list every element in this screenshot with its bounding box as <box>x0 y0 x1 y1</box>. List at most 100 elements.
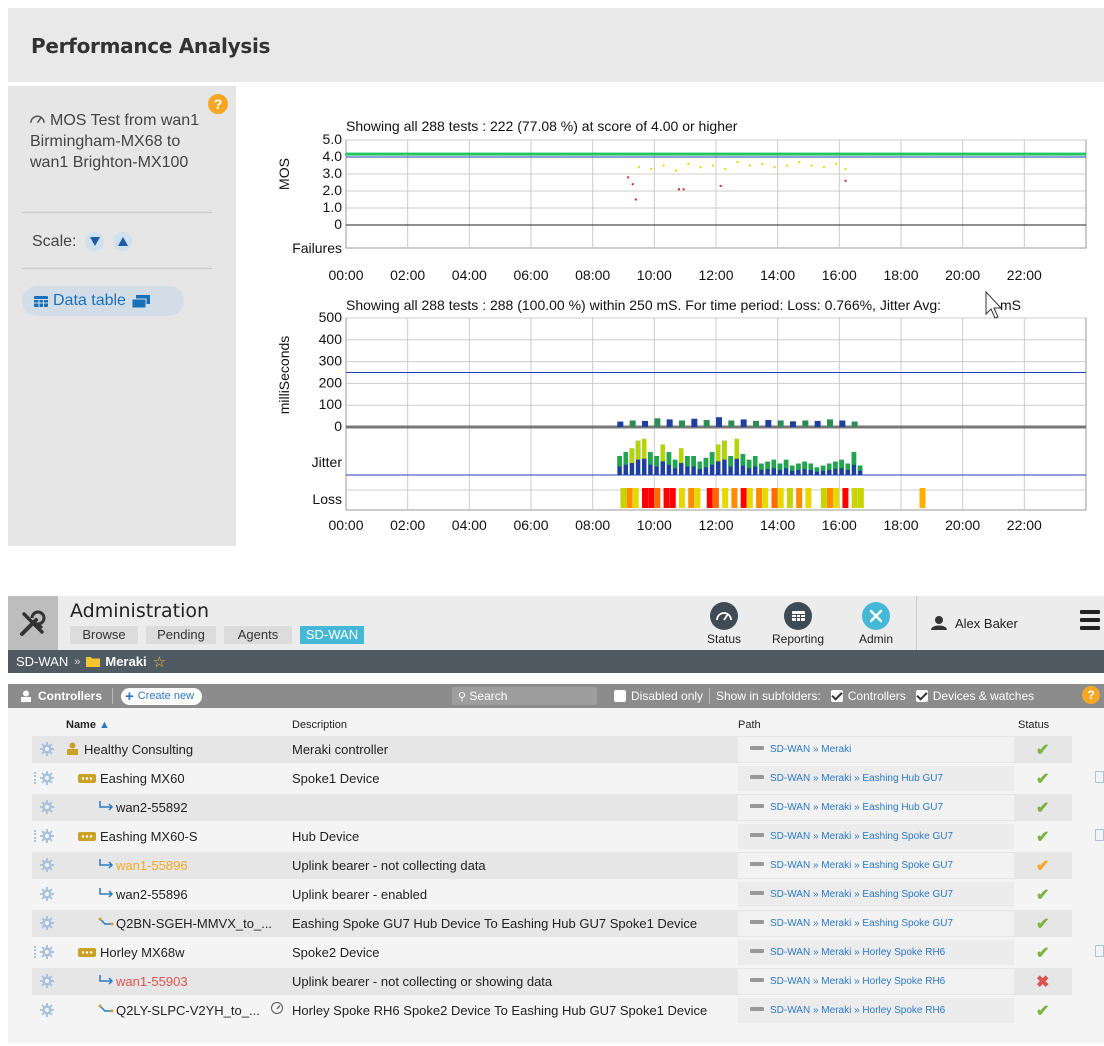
row-name[interactable]: wan1-55896 <box>116 858 188 873</box>
table-row[interactable]: Q2BN-SGEH-MMVX_to_... Eashing Spoke GU7 H… <box>32 910 1072 937</box>
disabled-only-toggle[interactable]: Disabled only <box>614 684 711 708</box>
create-new-button[interactable]: + Create new <box>121 687 203 705</box>
gear-icon[interactable] <box>40 858 54 872</box>
row-name[interactable]: Eashing MX60 <box>100 771 185 786</box>
breadcrumb-root[interactable]: SD-WAN <box>16 654 68 669</box>
user-menu[interactable]: Alex Baker <box>916 596 1018 650</box>
table-row[interactable]: wan2-55896 Uplink bearer - enabled SD-WAN … <box>32 881 1072 908</box>
jitter-bar <box>642 438 647 475</box>
row-description: Eashing Spoke GU7 Hub Device To Eashing … <box>292 916 698 931</box>
row-name[interactable]: wan2-55896 <box>116 887 188 902</box>
row-path[interactable]: SD-WAN » Meraki » Eashing Spoke GU7 <box>738 824 1014 849</box>
breadcrumb-folder[interactable]: Meraki <box>105 654 146 669</box>
search-input[interactable]: ⚲ Search <box>452 687 597 705</box>
column-path[interactable]: Path <box>738 719 761 731</box>
row-name[interactable]: Horley MX68w <box>100 945 185 960</box>
row-name[interactable]: wan2-55892 <box>116 800 188 815</box>
jitter-bar-top <box>845 463 850 470</box>
admin-tools-tile[interactable] <box>8 596 58 650</box>
jitter-bar-top <box>709 452 715 465</box>
controllers-checkbox[interactable] <box>830 690 843 702</box>
table-row[interactable]: Healthy Consulting Meraki controller SD-WA… <box>32 736 1072 763</box>
tab-sd-wan[interactable]: SD-WAN <box>300 626 364 644</box>
row-path[interactable]: SD-WAN » Meraki <box>738 737 1014 762</box>
table-row[interactable]: Eashing MX60-S Hub Device SD-WAN » Meraki … <box>32 823 1104 850</box>
jitter-bar-top <box>660 444 665 462</box>
mos-point <box>1023 153 1026 156</box>
gear-icon[interactable] <box>40 916 54 930</box>
row-path[interactable]: SD-WAN » Meraki » Horley Spoke RH6 <box>738 969 1014 994</box>
gear-icon[interactable] <box>40 945 54 959</box>
nav-admin[interactable]: Admin <box>856 602 896 646</box>
clipboard-icon[interactable] <box>1095 945 1104 957</box>
gauge-icon[interactable] <box>270 1002 284 1017</box>
jitter-bar <box>814 467 820 475</box>
jitter-bar <box>796 463 801 475</box>
column-name[interactable]: Name ▲ <box>66 719 110 731</box>
jitter-bar <box>802 461 807 475</box>
row-path[interactable]: SD-WAN » Meraki » Horley Spoke RH6 <box>738 940 1014 965</box>
mos-y-tick: 4.0 <box>323 148 343 164</box>
row-name[interactable]: Healthy Consulting <box>84 742 193 757</box>
row-name[interactable]: Eashing MX60-S <box>100 829 198 844</box>
nav-reporting[interactable]: Reporting <box>768 602 828 646</box>
drag-handle-icon[interactable] <box>34 830 37 842</box>
column-status[interactable]: Status <box>1018 719 1049 731</box>
row-path[interactable]: SD-WAN » Meraki » Eashing Hub GU7 <box>738 795 1014 820</box>
nav-status-label: Status <box>706 632 742 646</box>
disabled-only-checkbox[interactable] <box>614 690 626 702</box>
tab-pending[interactable]: Pending <box>146 626 216 644</box>
clipboard-icon[interactable] <box>1095 829 1104 841</box>
devices-checkbox[interactable] <box>915 690 928 702</box>
mos-point <box>992 153 995 156</box>
mos-point <box>699 166 702 169</box>
table-row[interactable]: Eashing MX60 Spoke1 Device SD-WAN » Meraki… <box>32 765 1104 792</box>
nav-reporting-label: Reporting <box>771 632 825 646</box>
row-path[interactable]: SD-WAN » Meraki » Horley Spoke RH6 <box>738 998 1014 1023</box>
nav-status[interactable]: Status <box>704 602 744 646</box>
tab-browse[interactable]: Browse <box>70 626 138 644</box>
table-row[interactable]: Horley MX68w Spoke2 Device SD-WAN » Meraki… <box>32 939 1104 966</box>
jitter-bar <box>734 438 739 475</box>
data-table-button[interactable]: Data table <box>22 286 184 316</box>
table-row[interactable]: wan2-55892 SD-WAN » Meraki » Eashing Hub … <box>32 794 1072 821</box>
gear-icon[interactable] <box>40 1003 54 1017</box>
path-icon <box>750 1007 764 1011</box>
drag-handle-icon[interactable] <box>34 772 37 784</box>
clipboard-icon[interactable] <box>1095 771 1104 783</box>
devices-checkbox-label: Devices & watches <box>932 689 1035 703</box>
mos-y-tick: 5.0 <box>323 131 343 147</box>
table-row[interactable]: wan1-55903 Uplink bearer - not collecting… <box>32 968 1072 995</box>
toolbar-help-icon[interactable]: ? <box>1082 686 1100 704</box>
gear-icon[interactable] <box>40 771 54 785</box>
gear-icon[interactable] <box>40 829 54 843</box>
performance-charts: Showing all 288 tests : 222 (77.08 %) at… <box>276 118 1087 533</box>
search-placeholder: Search <box>469 689 508 703</box>
gear-icon[interactable] <box>40 800 54 814</box>
row-path[interactable]: SD-WAN » Meraki » Eashing Spoke GU7 <box>738 911 1014 936</box>
hamburger-menu-icon[interactable] <box>1080 610 1100 634</box>
table-row[interactable]: wan1-55896 Uplink bearer - not collecting… <box>32 852 1072 879</box>
latency-bar <box>827 419 833 427</box>
row-name[interactable]: Q2LY-SLPC-V2YH_to_... <box>116 1003 260 1018</box>
table-row[interactable]: Q2LY-SLPC-V2YH_to_... Horley Spoke RH6 Sp… <box>32 997 1072 1024</box>
column-description[interactable]: Description <box>292 719 347 731</box>
row-name[interactable]: Q2BN-SGEH-MMVX_to_... <box>116 916 272 931</box>
jitter-bar-top <box>716 444 721 462</box>
row-path[interactable]: SD-WAN » Meraki » Eashing Hub GU7 <box>738 766 1014 791</box>
row-name[interactable]: wan1-55903 <box>116 974 188 989</box>
row-path[interactable]: SD-WAN » Meraki » Eashing Spoke GU7 <box>738 853 1014 878</box>
path-icon <box>750 949 764 953</box>
help-icon[interactable]: ? <box>208 94 228 114</box>
favorite-star-icon[interactable]: ☆ <box>153 653 166 671</box>
gear-icon[interactable] <box>40 974 54 988</box>
row-path[interactable]: SD-WAN » Meraki » Eashing Spoke GU7 <box>738 882 1014 907</box>
drag-handle-icon[interactable] <box>34 946 37 958</box>
latency-x-tick: 16:00 <box>822 517 857 533</box>
loss-segment <box>827 488 833 508</box>
gear-icon[interactable] <box>40 742 54 756</box>
scale-up-button[interactable] <box>113 232 133 251</box>
gear-icon[interactable] <box>40 887 54 901</box>
scale-down-button[interactable] <box>85 232 105 251</box>
tab-agents[interactable]: Agents <box>224 626 292 644</box>
